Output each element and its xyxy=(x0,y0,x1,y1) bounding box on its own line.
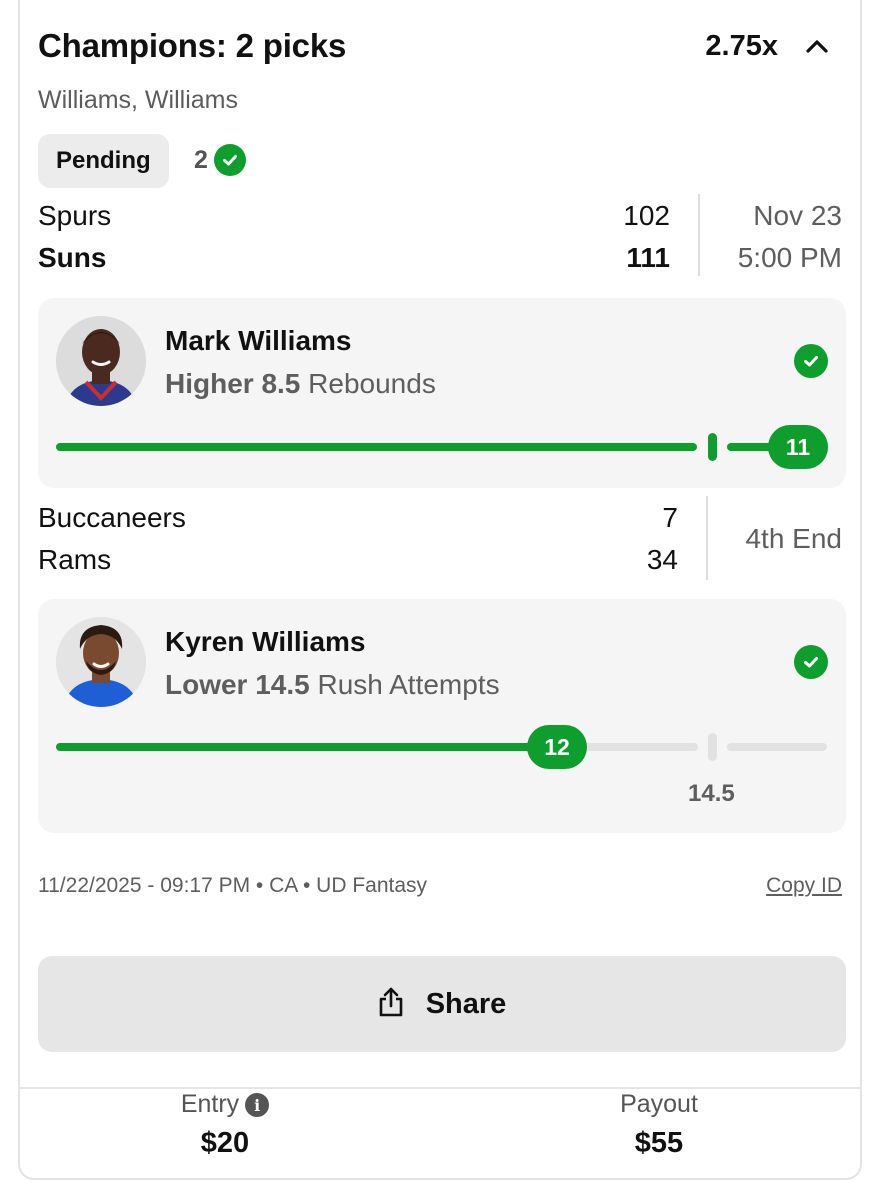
payout-value: $55 xyxy=(634,1127,684,1159)
line-marker xyxy=(708,733,717,761)
entry-card: Champions: 2 picks 2.75x Williams, Willi… xyxy=(18,0,862,1180)
entry-value: $20 xyxy=(200,1127,250,1159)
pick-stat: Rebounds xyxy=(308,368,436,399)
game2-divider xyxy=(706,496,708,580)
correct-count: 2 xyxy=(194,144,246,176)
players-subtitle: Williams, Williams xyxy=(38,86,238,114)
avatar xyxy=(56,617,146,707)
entry-label-row: Entry i xyxy=(20,1090,430,1119)
game2-team1: Buccaneers xyxy=(38,502,186,533)
share-icon xyxy=(378,987,404,1022)
pick-card[interactable]: Mark Williams Higher 8.5 Rebounds 11 xyxy=(38,298,846,488)
progress-remaining xyxy=(578,743,698,751)
share-button[interactable]: Share xyxy=(38,956,846,1052)
divider xyxy=(20,1087,860,1089)
game1-divider xyxy=(698,194,700,276)
game1-team1: Spurs xyxy=(38,200,112,231)
entry-label: Entry xyxy=(180,1090,240,1118)
progress-bar xyxy=(56,743,556,751)
card-content: Champions: 2 picks 2.75x Williams, Willi… xyxy=(20,2,860,1198)
pick-line: Lower 14.5 Rush Attempts xyxy=(165,669,500,701)
result-pill: 12 xyxy=(527,725,587,769)
payout-summary: Payout $55 xyxy=(454,1090,864,1160)
pick-direction: Higher 8.5 xyxy=(165,368,301,399)
copy-id-link[interactable]: Copy ID xyxy=(766,874,842,898)
chevron-up-icon[interactable] xyxy=(804,34,830,58)
pick-direction: Lower 14.5 xyxy=(165,669,310,700)
line-marker xyxy=(708,433,717,461)
game1-team2: Suns xyxy=(38,242,107,273)
payout-label: Payout xyxy=(620,1090,698,1118)
entry-summary: Entry i $20 xyxy=(20,1090,430,1160)
game1-score1: 102 xyxy=(623,200,670,231)
correct-count-text: 2 xyxy=(194,145,208,174)
entry-title: Champions: 2 picks xyxy=(38,27,347,64)
result-pill: 11 xyxy=(768,425,828,469)
progress-bar xyxy=(56,443,697,451)
pick-line: Higher 8.5 Rebounds xyxy=(165,368,436,400)
check-circle-icon xyxy=(794,344,828,378)
game1-score2: 111 xyxy=(626,242,670,273)
share-label: Share xyxy=(425,987,507,1020)
game1-date: Nov 23 xyxy=(753,200,842,231)
game2-team2: Rams xyxy=(38,544,112,575)
entry-info: 11/22/2025 - 09:17 PM • CA • UD Fantasy xyxy=(38,874,428,897)
game2-score2: 34 xyxy=(646,544,678,575)
game1-time: 5:00 PM xyxy=(737,242,842,273)
status-badge: Pending xyxy=(38,134,169,188)
check-circle-icon xyxy=(213,144,246,176)
pick-stat: Rush Attempts xyxy=(317,669,500,700)
game2-score1: 7 xyxy=(662,502,678,533)
info-icon[interactable]: i xyxy=(245,1093,270,1118)
payout-multiplier: 2.75x xyxy=(705,30,778,62)
check-circle-icon xyxy=(794,645,828,679)
player-name: Mark Williams xyxy=(165,325,352,356)
line-label: 14.5 xyxy=(688,780,735,807)
game2-status: 4th End xyxy=(745,523,842,554)
avatar xyxy=(56,316,146,406)
pick-card[interactable]: Kyren Williams Lower 14.5 Rush Attempts … xyxy=(38,599,846,833)
player-name: Kyren Williams xyxy=(165,626,366,657)
progress-remaining-extension xyxy=(727,743,827,751)
